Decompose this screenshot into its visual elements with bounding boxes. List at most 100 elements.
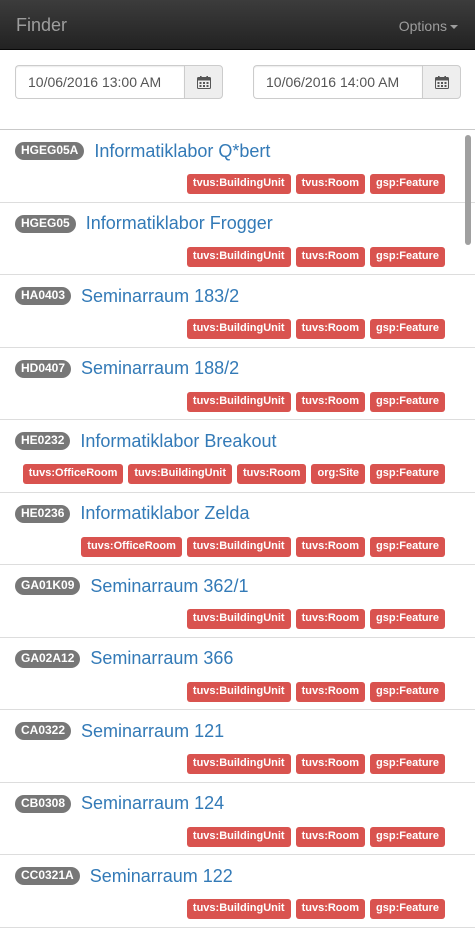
room-code-badge: HA0403 — [15, 287, 72, 305]
item-header: HGEG05A Informatiklabor Q*bert — [15, 140, 270, 162]
type-tag: tuvs:BuildingUnit — [186, 609, 291, 629]
list-item[interactable]: CC0321A Seminarraum 122 tuvs:BuildingUnit t… — [0, 855, 475, 928]
type-tag: tuvs:Room — [237, 464, 307, 484]
type-tag: tuvs:BuildingUnit — [186, 536, 291, 557]
type-tag: gsp:Feature — [370, 391, 445, 412]
type-tag: tuvs:BuildingUnit — [186, 319, 291, 339]
type-tag: tuvs:Room — [295, 826, 366, 847]
list-item[interactable]: HGEG05A Informatiklabor Q*bert tvus:Buildi… — [0, 130, 475, 203]
room-name-link[interactable]: Seminarraum 366 — [90, 648, 233, 669]
brand-title[interactable]: Finder — [16, 15, 67, 36]
type-tag: tuvs:BuildingUnit — [186, 246, 291, 267]
item-header: GA02A12 Seminarraum 366 — [15, 648, 233, 670]
type-tag: tvus:BuildingUnit — [186, 174, 291, 194]
type-tag: tuvs:BuildingUnit — [186, 681, 291, 702]
type-tag: gsp:Feature — [370, 826, 445, 847]
type-tag: gsp:Feature — [370, 609, 445, 629]
room-code-badge: HGEG05 — [15, 214, 76, 233]
room-name-link[interactable]: Seminarraum 122 — [90, 866, 233, 887]
list-item[interactable]: HGEG05 Informatiklabor Frogger tuvs:Buildi… — [0, 203, 475, 275]
list-item[interactable]: GA01K09 Seminarraum 362/1 tuvs:BuildingUni… — [0, 565, 475, 638]
type-tag: tuvs:BuildingUnit — [186, 754, 291, 774]
room-code-badge: HE0236 — [15, 504, 71, 523]
type-tag: tuvs:Room — [295, 536, 366, 557]
type-tag: tvus:Room — [295, 174, 366, 194]
tag-list: tuvs:BuildingUnit tuvs:Room gsp:Feature — [186, 391, 445, 412]
type-tag: gsp:Feature — [370, 319, 445, 339]
room-name-link[interactable]: Seminarraum 121 — [81, 721, 224, 742]
item-header: HGEG05 Informatiklabor Frogger — [15, 213, 273, 235]
tag-list: tvus:BuildingUnit tvus:Room gsp:Feature — [186, 174, 445, 194]
tag-list: tuvs:BuildingUnit tuvs:Room gsp:Feature — [186, 319, 445, 339]
item-header: GA01K09 Seminarraum 362/1 — [15, 575, 248, 597]
type-tag: tuvs:BuildingUnit — [186, 826, 291, 847]
tag-list: tuvs:BuildingUnit tuvs:Room gsp:Feature — [186, 826, 445, 847]
room-name-link[interactable]: Seminarraum 188/2 — [81, 358, 239, 379]
room-code-badge: CA0322 — [15, 722, 72, 740]
type-tag: tuvs:Room — [295, 319, 366, 339]
room-name-link[interactable]: Informatiklabor Frogger — [86, 213, 273, 234]
type-tag: gsp:Feature — [370, 681, 445, 702]
type-tag: gsp:Feature — [370, 536, 445, 557]
tag-list: tuvs:BuildingUnit tuvs:Room gsp:Feature — [186, 754, 445, 774]
room-name-link[interactable]: Seminarraum 362/1 — [90, 576, 248, 597]
type-tag: tuvs:Room — [295, 246, 366, 267]
calendar-icon — [196, 75, 211, 89]
tag-list: tuvs:BuildingUnit tuvs:Room gsp:Feature — [186, 681, 445, 702]
type-tag: gsp:Feature — [370, 246, 445, 267]
tag-list: tuvs:BuildingUnit tuvs:Room gsp:Feature — [186, 899, 445, 919]
type-tag: tuvs:Room — [295, 681, 366, 702]
room-code-badge: CC0321A — [15, 867, 80, 885]
list-item[interactable]: HD0407 Seminarraum 188/2 tuvs:BuildingUnit… — [0, 348, 475, 420]
item-header: HE0236 Informatiklabor Zelda — [15, 503, 249, 525]
options-label: Options — [398, 18, 447, 34]
end-date-picker — [253, 65, 461, 99]
type-tag: tuvs:BuildingUnit — [186, 391, 291, 412]
type-tag: tuvs:OfficeRoom — [81, 536, 182, 557]
type-tag: tuvs:Room — [295, 391, 366, 412]
room-name-link[interactable]: Informatiklabor Breakout — [80, 431, 276, 452]
start-date-picker — [15, 65, 223, 99]
item-header: HE0232 Informatiklabor Breakout — [15, 430, 276, 452]
room-code-badge: GA01K09 — [15, 577, 81, 595]
list-item[interactable]: CB0308 Seminarraum 124 tuvs:BuildingUnit tu… — [0, 783, 475, 855]
tag-list: tuvs:OfficeRoom tuvs:BuildingUnit tuvs:Roo… — [81, 536, 445, 557]
scrollbar[interactable] — [465, 135, 471, 245]
item-header: CC0321A Seminarraum 122 — [15, 865, 233, 887]
end-date-input[interactable] — [253, 65, 422, 99]
item-header: HA0403 Seminarraum 183/2 — [15, 285, 239, 307]
item-header: CB0308 Seminarraum 124 — [15, 793, 224, 815]
room-code-badge: HE0232 — [15, 432, 71, 450]
item-header: CA0322 Seminarraum 121 — [15, 720, 224, 742]
type-tag: tuvs:Room — [295, 754, 366, 774]
room-code-badge: HD0407 — [15, 359, 72, 378]
caret-down-icon — [450, 25, 458, 30]
options-menu[interactable]: Options — [399, 18, 458, 34]
type-tag: gsp:Feature — [370, 899, 445, 919]
type-tag: gsp:Feature — [370, 464, 445, 484]
list-item[interactable]: GA02A12 Seminarraum 366 tuvs:BuildingUnit t… — [0, 638, 475, 710]
list-item[interactable]: HE0236 Informatiklabor Zelda tuvs:OfficeRo… — [0, 493, 475, 565]
type-tag: org:Site — [311, 464, 366, 484]
start-date-input[interactable] — [15, 65, 184, 99]
type-tag: tuvs:Room — [295, 609, 366, 629]
list-item[interactable]: HE0232 Informatiklabor Breakout tuvs:Offic… — [0, 420, 475, 493]
navbar: Finder Options — [0, 0, 475, 50]
room-name-link[interactable]: Seminarraum 124 — [81, 793, 224, 814]
room-name-link[interactable]: Seminarraum 183/2 — [81, 286, 239, 307]
room-list: HGEG05A Informatiklabor Q*bert tvus:Buildi… — [0, 129, 475, 938]
tag-list: tuvs:BuildingUnit tuvs:Room gsp:Feature — [186, 609, 445, 629]
start-calendar-button[interactable] — [184, 65, 223, 99]
type-tag: tuvs:OfficeRoom — [22, 464, 124, 484]
type-tag: tuvs:Room — [295, 899, 366, 919]
room-code-badge: GA02A12 — [15, 649, 81, 668]
tag-list: tuvs:BuildingUnit tuvs:Room gsp:Feature — [186, 246, 445, 267]
room-code-badge: CB0308 — [15, 794, 72, 813]
list-item[interactable]: CA0322 Seminarraum 121 tuvs:BuildingUnit tu… — [0, 710, 475, 783]
item-header: HD0407 Seminarraum 188/2 — [15, 358, 239, 380]
room-code-badge: HGEG05A — [15, 142, 85, 160]
room-name-link[interactable]: Informatiklabor Q*bert — [94, 141, 270, 162]
end-calendar-button[interactable] — [422, 65, 461, 99]
list-item[interactable]: HA0403 Seminarraum 183/2 tuvs:BuildingUnit… — [0, 275, 475, 348]
room-name-link[interactable]: Informatiklabor Zelda — [80, 503, 249, 524]
